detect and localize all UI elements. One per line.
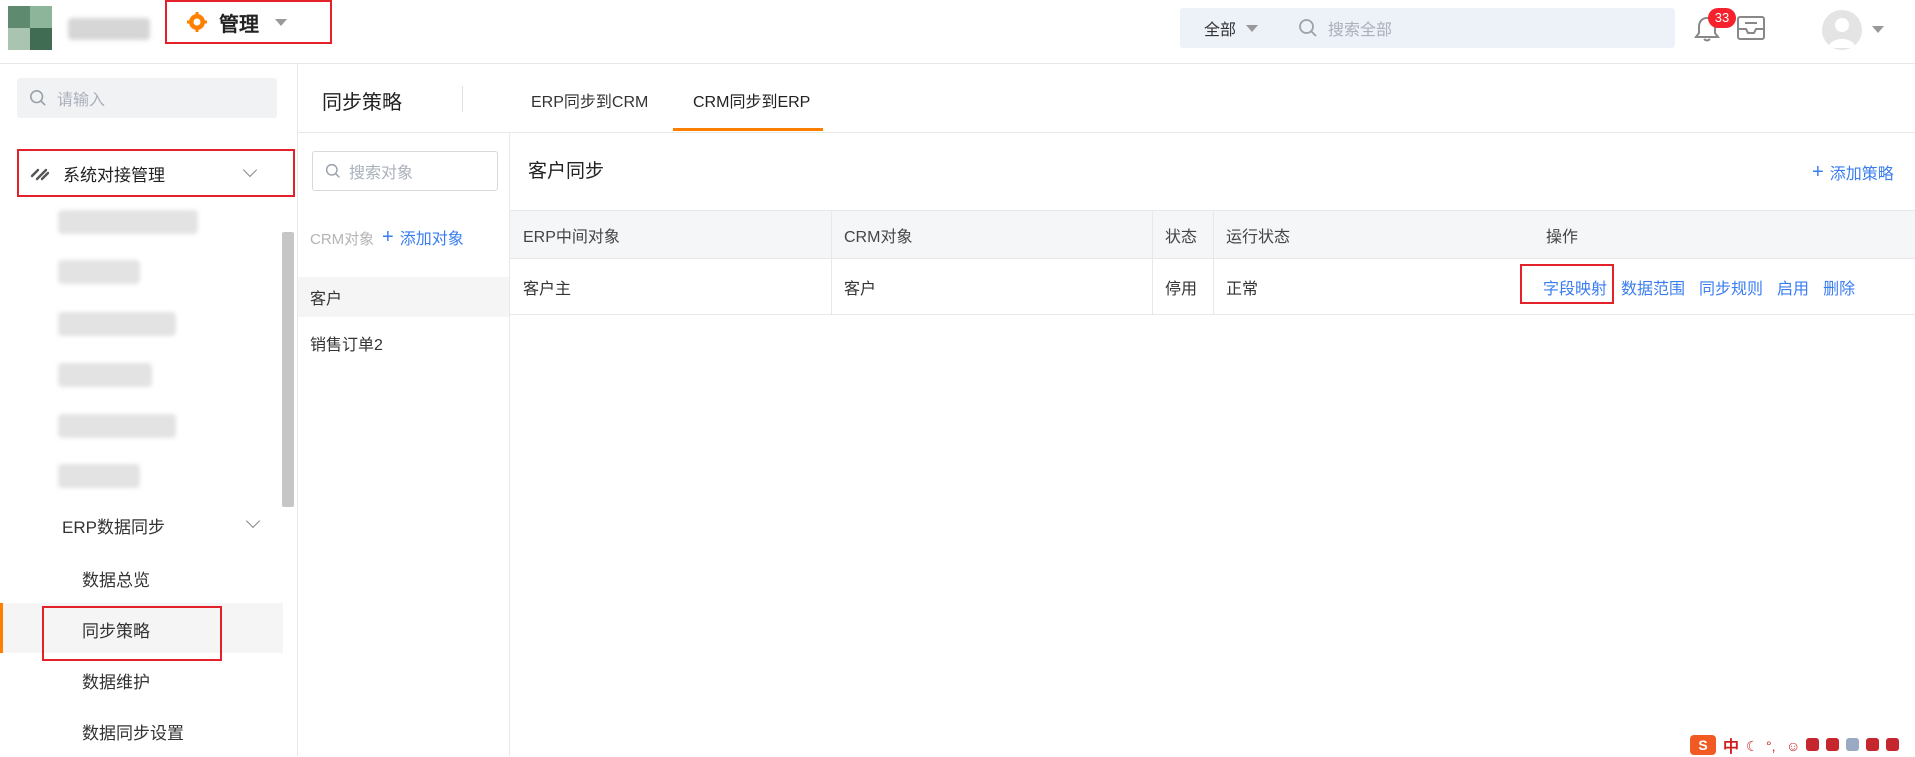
ime-toolbar: S 中 ☾ °, ☺ bbox=[1690, 733, 1915, 756]
top-bar: 管理 全部 搜索全部 33 bbox=[0, 0, 1915, 64]
sidebar-group-system-integration[interactable]: 系统对接管理 bbox=[17, 149, 295, 197]
object-search[interactable]: 搜索对象 bbox=[312, 151, 498, 191]
sogou-icon[interactable]: S bbox=[1690, 734, 1716, 755]
delete-link[interactable]: 删除 bbox=[1823, 275, 1855, 299]
add-policy-button[interactable]: + 添加策略 bbox=[1812, 160, 1894, 184]
skin-icon[interactable] bbox=[1866, 738, 1880, 751]
object-search-input[interactable]: 搜索对象 bbox=[349, 159, 413, 183]
search-scope-label: 全部 bbox=[1204, 22, 1237, 39]
divider bbox=[462, 86, 463, 112]
column-header: 状态 bbox=[1165, 228, 1198, 246]
sidebar-group-label: ERP数据同步 bbox=[62, 517, 165, 537]
add-object-button[interactable]: + 添加对象 bbox=[382, 225, 464, 249]
sidebar-item-data-overview[interactable]: 数据总览 bbox=[82, 566, 150, 591]
table-row: 客户主 客户 停用 正常 字段映射 数据范围 同步规则 启用 删除 bbox=[510, 259, 1915, 315]
highlight-box bbox=[1520, 264, 1614, 304]
inbox-icon[interactable] bbox=[1736, 14, 1766, 42]
sidebar-scrollbar[interactable] bbox=[282, 232, 294, 507]
erp-object-cell: 客户主 bbox=[523, 280, 572, 298]
tab-crm-to-erp[interactable]: CRM同步到ERP bbox=[693, 88, 810, 112]
sidebar-item-blurred[interactable] bbox=[58, 414, 176, 438]
chevron-down-icon bbox=[245, 513, 261, 529]
notification-badge: 33 bbox=[1708, 8, 1736, 28]
chevron-down-icon[interactable] bbox=[1872, 26, 1884, 33]
add-object-label: 添加对象 bbox=[399, 231, 464, 248]
module-label: 管理 bbox=[219, 13, 259, 36]
punctuation-icon[interactable]: °, bbox=[1766, 738, 1779, 754]
app-logo[interactable] bbox=[8, 6, 58, 50]
sidebar-item-blurred[interactable] bbox=[58, 363, 152, 387]
search-icon bbox=[1299, 19, 1317, 37]
sidebar-item-blurred[interactable] bbox=[58, 260, 140, 284]
search-icon bbox=[29, 89, 46, 106]
emoji-icon[interactable]: ☺ bbox=[1786, 738, 1800, 754]
column-header: ERP中间对象 bbox=[523, 228, 620, 246]
ime-language[interactable]: 中 bbox=[1723, 733, 1739, 757]
tab-erp-to-crm[interactable]: ERP同步到CRM bbox=[531, 88, 648, 112]
crm-object-cell: 客户 bbox=[844, 280, 877, 298]
link-icon bbox=[30, 168, 50, 181]
sidebar-item-data-maintenance[interactable]: 数据维护 bbox=[82, 668, 150, 693]
sidebar: 请输入 系统对接管理 ERP数据同步 数据总览 同步策略 数据维护 数据同步设置 bbox=[0, 64, 298, 756]
status-cell: 停用 bbox=[1165, 280, 1198, 298]
column-header: 操作 bbox=[1546, 228, 1579, 246]
object-item-customer[interactable]: 客户 bbox=[298, 277, 509, 317]
user-icon bbox=[1828, 18, 1856, 48]
search-icon bbox=[325, 163, 340, 178]
chevron-down-icon bbox=[1246, 24, 1259, 32]
run-status-cell: 正常 bbox=[1226, 280, 1259, 298]
module-switcher[interactable]: 管理 bbox=[165, 0, 332, 44]
search-input[interactable]: 搜索全部 bbox=[1328, 16, 1392, 40]
object-panel: 搜索对象 CRM对象 + 添加对象 客户 销售订单2 bbox=[298, 133, 510, 756]
enable-link[interactable]: 启用 bbox=[1777, 275, 1809, 299]
avatar[interactable] bbox=[1822, 10, 1862, 50]
global-search: 全部 搜索全部 bbox=[1180, 8, 1675, 48]
sidebar-item-blurred[interactable] bbox=[58, 210, 198, 234]
crm-object-label: CRM对象 bbox=[310, 231, 375, 248]
microphone-icon[interactable] bbox=[1806, 738, 1820, 751]
chevron-down-icon bbox=[275, 18, 287, 26]
chevron-down-icon bbox=[242, 162, 258, 178]
sidebar-item-blurred[interactable] bbox=[58, 464, 140, 488]
section-title: 客户同步 bbox=[528, 161, 605, 182]
sync-rules-link[interactable]: 同步规则 bbox=[1699, 275, 1763, 299]
sidebar-item-data-sync-settings[interactable]: 数据同步设置 bbox=[82, 719, 184, 744]
sidebar-group-erp-sync[interactable]: ERP数据同步 bbox=[62, 510, 262, 540]
search-scope-select[interactable]: 全部 bbox=[1180, 16, 1259, 40]
page-title: 同步策略 bbox=[322, 92, 402, 114]
plus-icon: + bbox=[382, 226, 394, 248]
company-name-blurred bbox=[68, 18, 150, 40]
sidebar-search-input[interactable]: 请输入 bbox=[57, 86, 105, 110]
gear-icon bbox=[187, 12, 207, 32]
table-header: ERP中间对象 CRM对象 状态 运行状态 操作 bbox=[510, 210, 1915, 259]
add-policy-label: 添加策略 bbox=[1829, 166, 1894, 183]
sidebar-search[interactable]: 请输入 bbox=[17, 78, 277, 118]
plus-icon: + bbox=[1812, 161, 1824, 183]
keyboard-icon[interactable] bbox=[1826, 738, 1840, 751]
moon-icon[interactable]: ☾ bbox=[1746, 738, 1759, 754]
sidebar-item-blurred[interactable] bbox=[58, 312, 176, 336]
divider bbox=[298, 132, 1915, 133]
data-scope-link[interactable]: 数据范围 bbox=[1621, 275, 1685, 299]
toolbox-icon[interactable] bbox=[1846, 738, 1860, 751]
grid-icon[interactable] bbox=[1886, 738, 1900, 751]
active-tab-indicator bbox=[673, 128, 823, 131]
column-header: 运行状态 bbox=[1226, 228, 1291, 246]
sidebar-item-sync-policy[interactable]: 同步策略 bbox=[82, 617, 150, 642]
sidebar-group-label: 系统对接管理 bbox=[63, 165, 165, 185]
column-header: CRM对象 bbox=[844, 228, 913, 246]
active-item-indicator bbox=[0, 603, 3, 653]
object-item-sales-order[interactable]: 销售订单2 bbox=[298, 323, 509, 363]
